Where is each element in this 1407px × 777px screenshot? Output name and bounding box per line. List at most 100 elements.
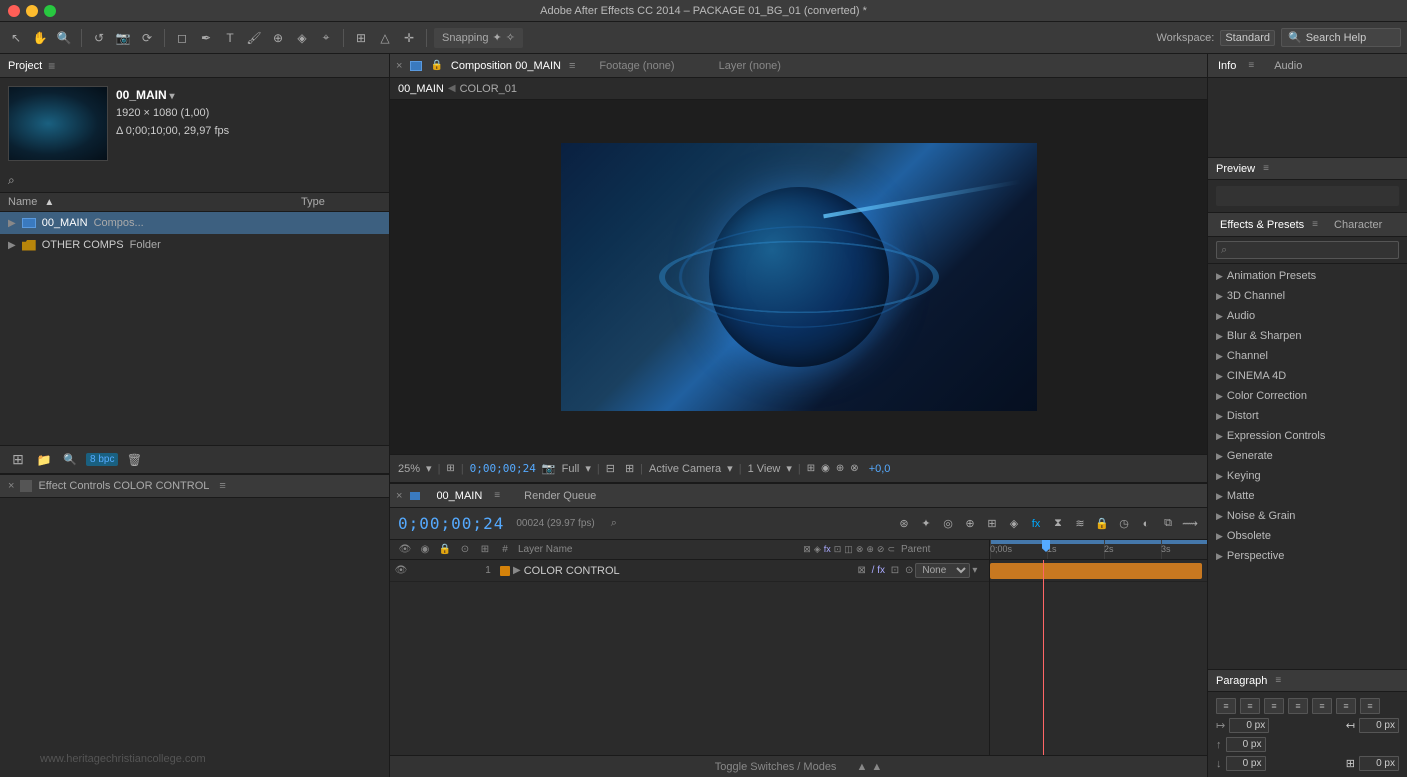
effect-distort[interactable]: ▶ Distort <box>1208 406 1407 426</box>
track-bar-1[interactable] <box>990 563 1202 579</box>
clone-tool[interactable]: ⊕ <box>268 28 288 48</box>
footage-panel-tab[interactable]: Footage (none) <box>599 60 674 72</box>
search-project-btn[interactable]: 🔍 <box>60 450 80 470</box>
timeline-comp-tab[interactable]: 00_MAIN <box>428 488 490 504</box>
effect-controls-close[interactable]: × <box>8 480 14 492</box>
effect-perspective[interactable]: ▶ Perspective <box>1208 546 1407 566</box>
breadcrumb-child[interactable]: COLOR_01 <box>460 83 517 95</box>
indent-left-input[interactable] <box>1229 718 1269 733</box>
layer-panel-tab[interactable]: Layer (none) <box>719 60 781 72</box>
selection-tool[interactable]: ↖ <box>6 28 26 48</box>
comp-marker-btn[interactable]: ⊛ <box>895 515 913 533</box>
view-arrow[interactable]: ▾ <box>786 462 792 475</box>
brush-tool[interactable]: 🖌 <box>244 28 264 48</box>
render-queue-tab[interactable]: Render Queue <box>516 488 604 504</box>
breadcrumb-root[interactable]: 00_MAIN <box>398 83 444 95</box>
motion-blur-btn[interactable]: ◎ <box>939 515 957 533</box>
align-tool[interactable]: ⊞ <box>351 28 371 48</box>
preview-scrubber[interactable] <box>1216 186 1399 206</box>
timeline-nav-icon[interactable]: ▲ <box>871 761 882 773</box>
solo-btn[interactable]: ✦ <box>917 515 935 533</box>
close-button[interactable] <box>8 5 20 17</box>
maximize-button[interactable] <box>44 5 56 17</box>
layer-switch-1a[interactable]: ⊠ <box>855 565 869 576</box>
sort-icon[interactable]: ▲ <box>44 197 54 208</box>
effect-expression-controls[interactable]: ▶ Expression Controls <box>1208 426 1407 446</box>
project-item-othercomps[interactable]: ▶ OTHER COMPS Folder <box>0 234 389 256</box>
comp-tab-close[interactable]: × <box>396 60 402 72</box>
timecode-display[interactable]: 0;00;00;24 <box>398 514 504 533</box>
rotate-tool[interactable]: ↺ <box>89 28 109 48</box>
quality-arrow[interactable]: ▾ <box>585 462 591 475</box>
space-before-input[interactable] <box>1226 737 1266 752</box>
time-stretch-btn[interactable]: ⧗ <box>1049 515 1067 533</box>
align-left-btn[interactable]: ≡ <box>1216 698 1236 714</box>
layer-eye-1[interactable]: 👁 <box>394 565 408 576</box>
eraser-tool[interactable]: ◈ <box>292 28 312 48</box>
lock-btn[interactable]: 🔒 <box>1093 515 1111 533</box>
camera-label[interactable]: Active Camera <box>649 463 721 475</box>
fx-btn[interactable]: fx <box>1027 515 1045 533</box>
effect-audio[interactable]: ▶ Audio <box>1208 306 1407 326</box>
fit-icon[interactable]: ⊞ <box>446 463 454 474</box>
3d-icon[interactable]: ⊗ <box>850 463 858 474</box>
orbit-tool[interactable]: ⟳ <box>137 28 157 48</box>
snapping-toggle[interactable]: Snapping ✦ ✧ <box>434 28 523 48</box>
paragraph-menu[interactable]: ≡ <box>1275 675 1281 686</box>
layer-name-1[interactable]: COLOR CONTROL <box>524 565 852 577</box>
quality-select[interactable]: Full <box>562 463 580 475</box>
effect-channel[interactable]: ▶ Channel <box>1208 346 1407 366</box>
camera-arrow[interactable]: ▾ <box>727 462 733 475</box>
audio-tab[interactable]: Audio <box>1270 58 1306 74</box>
new-folder-btn[interactable]: 📁 <box>34 450 54 470</box>
search-help-box[interactable]: 🔍 Search Help <box>1281 28 1401 47</box>
effect-controls-label[interactable]: Effect Controls COLOR CONTROL <box>38 480 209 492</box>
3d-layer-btn[interactable]: ⊕ <box>961 515 979 533</box>
comp-tab-label[interactable]: Composition 00_MAIN <box>451 60 561 72</box>
mask-tool[interactable]: ◻ <box>172 28 192 48</box>
info-menu[interactable]: ≡ <box>1248 60 1254 71</box>
text-tool[interactable]: T <box>220 28 240 48</box>
effect-cinema4d[interactable]: ▶ CINEMA 4D <box>1208 366 1407 386</box>
effect-obsolete[interactable]: ▶ Obsolete <box>1208 526 1407 546</box>
align-center-btn[interactable]: ≡ <box>1240 698 1260 714</box>
effect-noise-grain[interactable]: ▶ Noise & Grain <box>1208 506 1407 526</box>
anchor-tool[interactable]: ✛ <box>399 28 419 48</box>
frame-blend-btn[interactable]: ⊞ <box>983 515 1001 533</box>
space-after-input[interactable] <box>1226 756 1266 771</box>
effect-animation-presets[interactable]: ▶ Animation Presets <box>1208 266 1407 286</box>
color-btn[interactable]: ◐ <box>1137 515 1155 533</box>
view-label[interactable]: 1 View <box>748 463 781 475</box>
comp-tab-menu[interactable]: ≡ <box>569 60 575 72</box>
character-tab[interactable]: Character <box>1330 217 1386 233</box>
hand-tool[interactable]: ✋ <box>30 28 50 48</box>
info-tab[interactable]: Info <box>1214 58 1240 74</box>
project-tab[interactable]: Project <box>8 60 42 72</box>
new-item-btn[interactable]: ⊞ <box>8 450 28 470</box>
draft-btn[interactable]: ◈ <box>1005 515 1023 533</box>
effect-generate[interactable]: ▶ Generate <box>1208 446 1407 466</box>
search-timeline[interactable]: ⌕ <box>611 517 617 530</box>
timeline-close[interactable]: × <box>396 490 402 502</box>
toggle-modes-btn[interactable]: Toggle Switches / Modes <box>715 761 837 773</box>
project-item-main[interactable]: ▶ 00_MAIN Compos... <box>0 212 389 234</box>
effects-menu-icon[interactable]: ≡ <box>1312 219 1318 230</box>
expand-btn[interactable]: ⧉ <box>1159 515 1177 533</box>
justify-right-btn[interactable]: ≡ <box>1336 698 1356 714</box>
layer-fx-1[interactable]: / fx <box>872 565 885 576</box>
indent-right-input[interactable] <box>1359 718 1399 733</box>
effect-controls-menu[interactable]: ≡ <box>219 480 225 492</box>
justify-center-btn[interactable]: ≡ <box>1312 698 1332 714</box>
camera-tool[interactable]: 📷 <box>113 28 133 48</box>
effect-3d-channel[interactable]: ▶ 3D Channel <box>1208 286 1407 306</box>
zoom-tool[interactable]: 🔍 <box>54 28 74 48</box>
layer-expand-1[interactable]: ▶ <box>513 565 521 576</box>
render-icon[interactable]: ⊕ <box>836 463 844 474</box>
zoom-label[interactable]: 25% <box>398 463 420 475</box>
timecode-display[interactable]: 0;00;00;24 <box>470 462 536 475</box>
pen-tool[interactable]: ✒ <box>196 28 216 48</box>
effect-blur-sharpen[interactable]: ▶ Blur & Sharpen <box>1208 326 1407 346</box>
workspace-select[interactable]: Standard <box>1220 30 1275 46</box>
minimize-button[interactable] <box>26 5 38 17</box>
align-right-btn[interactable]: ≡ <box>1264 698 1284 714</box>
